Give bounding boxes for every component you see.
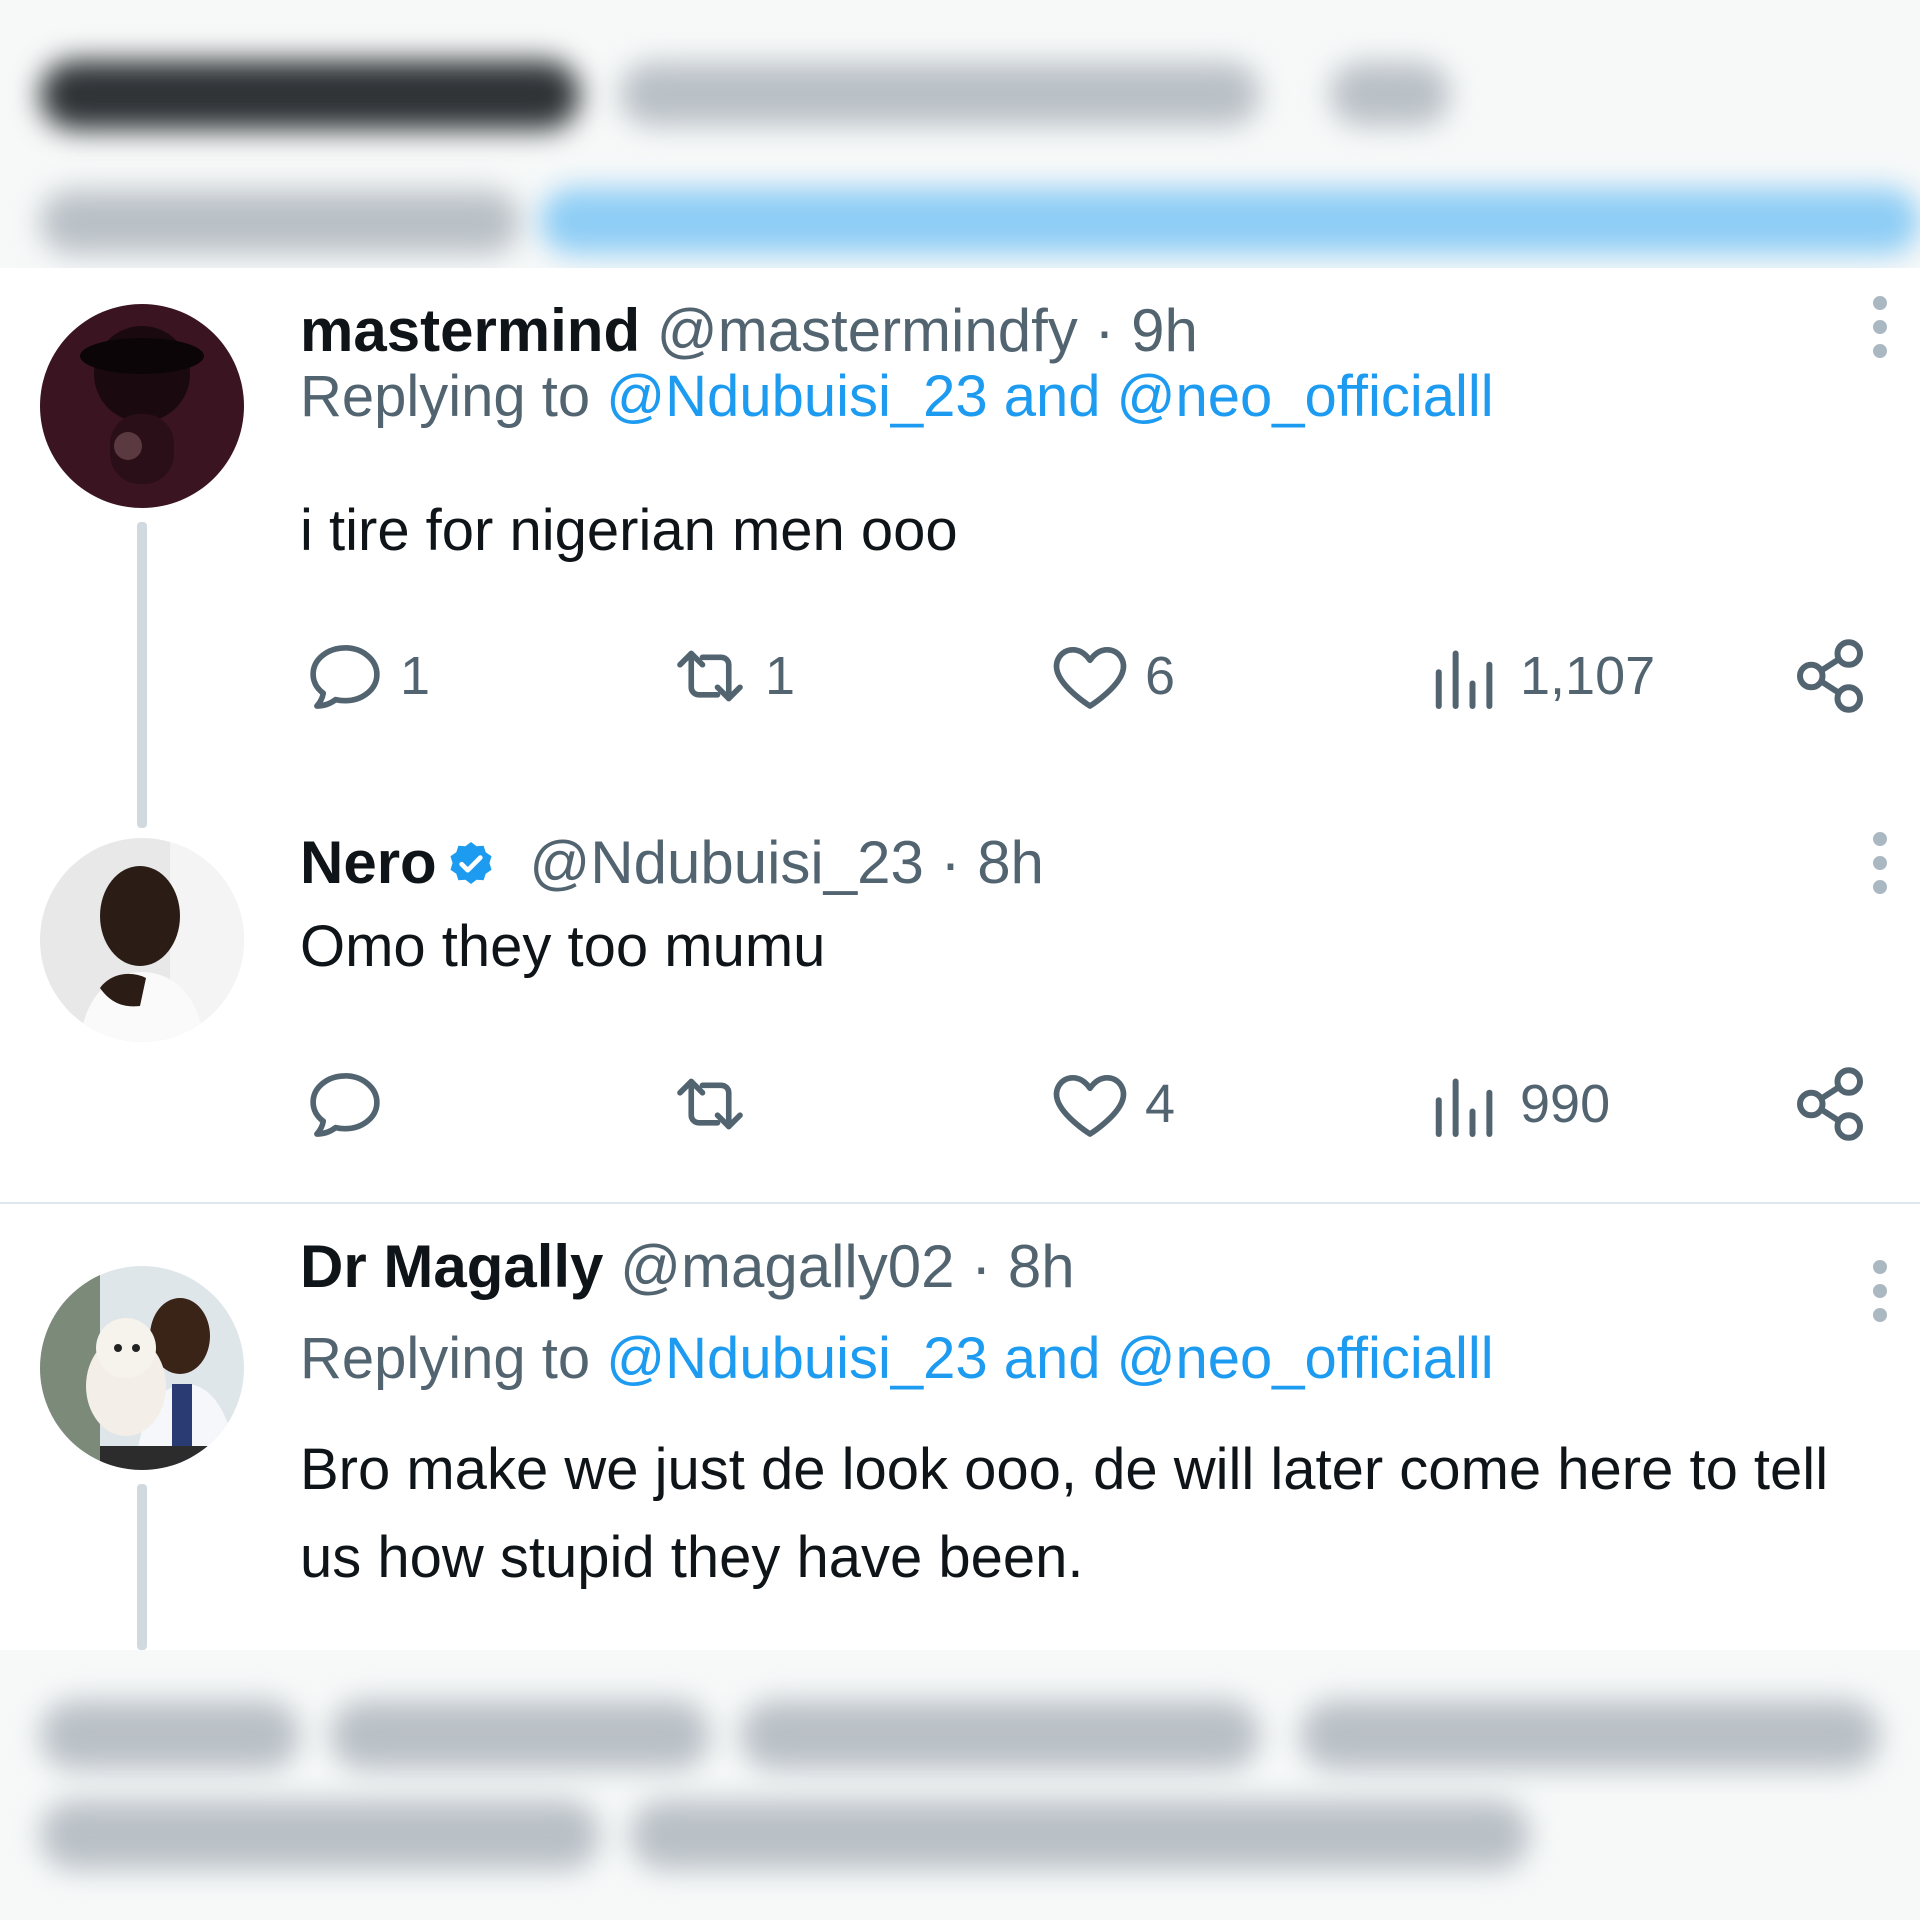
display-name[interactable]: Nero [300, 829, 437, 896]
user-handle[interactable]: @Ndubuisi_23 [529, 829, 923, 896]
like-icon [1053, 646, 1127, 709]
verified-icon [443, 835, 499, 906]
retweet-button[interactable] [665, 1054, 765, 1154]
reply-button[interactable]: 1 [300, 626, 430, 726]
blurred-previous-tweet [0, 0, 1920, 268]
reply-icon [310, 645, 380, 709]
share-button[interactable] [1785, 1054, 1875, 1154]
thread-line [137, 522, 147, 828]
timestamp[interactable]: 8h [1008, 1233, 1075, 1300]
like-icon [1053, 1074, 1127, 1137]
tweet-dr-magally[interactable]: Dr Magally @magally02 · 8h Replying to @… [0, 1204, 1920, 1650]
reply-count: 1 [400, 646, 431, 706]
tweet-text: i tire for nigerian men ooo [300, 498, 958, 563]
views-icon [1435, 1078, 1493, 1137]
timestamp[interactable]: 8h [977, 829, 1044, 896]
share-icon [1797, 1067, 1863, 1141]
retweet-icon [677, 650, 743, 702]
user-handle[interactable]: @magally02 [620, 1233, 954, 1300]
share-icon [1797, 639, 1863, 713]
action-bar: 4 990 [300, 1054, 1900, 1154]
tweet-nero[interactable]: Nero @Ndubuisi_23 · 8h Omo they too mumu… [0, 828, 1920, 1202]
thread-line [137, 1484, 147, 1650]
retweet-button[interactable]: 1 [665, 626, 795, 726]
views-button[interactable]: 990 [1420, 1054, 1610, 1154]
timestamp[interactable]: 9h [1131, 297, 1198, 364]
more-icon[interactable] [1870, 1260, 1890, 1322]
retweet-icon [677, 1078, 743, 1130]
replying-to: Replying to @Ndubuisi_23 and @neo_offici… [300, 362, 1494, 432]
reply-button[interactable] [300, 1054, 400, 1154]
display-name[interactable]: mastermind [300, 297, 640, 364]
replying-to-label: Replying to [300, 1326, 607, 1391]
views-button[interactable]: 1,107 [1420, 626, 1655, 726]
like-count: 4 [1145, 1074, 1176, 1134]
user-handle[interactable]: @mastermindfy [657, 297, 1078, 364]
tweet-header: Dr Magally @magally02 · 8h [300, 1232, 1075, 1302]
tweet-text: Omo they too mumu [300, 914, 826, 979]
views-icon [1435, 650, 1493, 709]
tweet-header: Nero @Ndubuisi_23 · 8h [300, 828, 1044, 906]
replying-to-label: Replying to [300, 364, 607, 429]
blurred-quoted-text [0, 1650, 1920, 1920]
like-count: 6 [1145, 646, 1176, 706]
more-icon[interactable] [1870, 296, 1890, 358]
tweet-mastermind[interactable]: mastermind @mastermindfy · 9h Replying t… [0, 268, 1920, 828]
avatar[interactable] [40, 304, 244, 508]
reply-icon [310, 1073, 380, 1137]
like-button[interactable]: 4 [1045, 1054, 1175, 1154]
reply-mentions-link[interactable]: @Ndubuisi_23 and @neo_officialll [606, 364, 1493, 429]
tweet-header: mastermind @mastermindfy · 9h [300, 296, 1198, 366]
like-button[interactable]: 6 [1045, 626, 1175, 726]
avatar[interactable] [40, 838, 244, 1042]
separator: · [971, 1233, 992, 1300]
retweet-count: 1 [765, 646, 796, 706]
separator: · [940, 829, 961, 896]
action-bar: 1 1 6 1,107 [300, 626, 1900, 726]
avatar[interactable] [40, 1266, 244, 1470]
view-count: 990 [1520, 1074, 1611, 1134]
view-count: 1,107 [1520, 646, 1656, 706]
share-button[interactable] [1785, 626, 1875, 726]
reply-mentions-link[interactable]: @Ndubuisi_23 and @neo_officialll [606, 1326, 1493, 1391]
tweet-text: Bro make we just de look ooo, de will la… [300, 1437, 1829, 1590]
more-icon[interactable] [1870, 832, 1890, 894]
replying-to: Replying to @Ndubuisi_23 and @neo_offici… [300, 1324, 1494, 1394]
display-name[interactable]: Dr Magally [300, 1233, 603, 1300]
separator: · [1094, 297, 1115, 364]
